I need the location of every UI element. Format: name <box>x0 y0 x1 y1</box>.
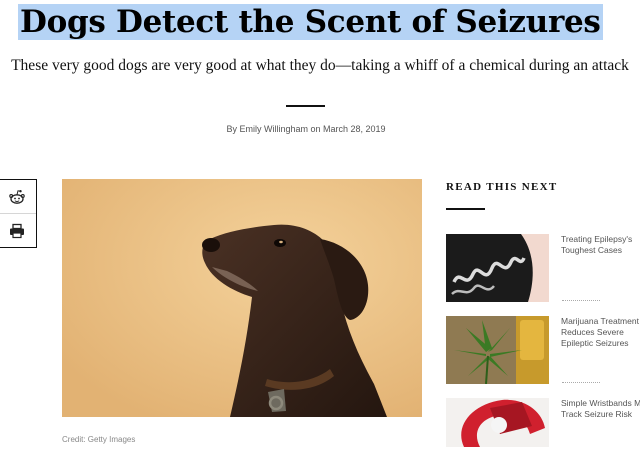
read-next-title[interactable]: Simple Wristbands May Track Seizure Risk <box>561 398 640 420</box>
cannabis-thumbnail[interactable] <box>446 316 549 384</box>
read-next-title[interactable]: Treating Epilepsy's Toughest Cases <box>561 234 640 256</box>
image-credit: Credit: Getty Images <box>62 435 136 444</box>
reddit-icon[interactable] <box>8 188 26 206</box>
print-icon[interactable] <box>8 222 26 240</box>
brain-scan-thumbnail[interactable] <box>446 234 549 302</box>
divider <box>286 105 325 107</box>
wristband-thumbnail[interactable] <box>446 398 549 447</box>
read-next-item[interactable]: Simple Wristbands May Track Seizure Risk <box>446 398 640 468</box>
item-divider <box>562 300 600 301</box>
read-next-title[interactable]: Marijuana Treatment Reduces Severe Epile… <box>561 316 640 349</box>
read-next-item[interactable]: Marijuana Treatment Reduces Severe Epile… <box>446 316 640 386</box>
read-next-item[interactable]: Treating Epilepsy's Toughest Cases <box>446 234 640 304</box>
byline: By Emily Willingham on March 28, 2019 <box>226 124 386 134</box>
read-this-next-rule <box>446 208 485 210</box>
share-separator <box>0 213 36 214</box>
article-dek: These very good dogs are very good at wh… <box>11 57 629 74</box>
article-hero-image <box>62 179 422 417</box>
item-divider <box>562 382 600 383</box>
share-toolbar <box>0 179 37 248</box>
read-this-next-heading: READ THIS NEXT <box>446 181 558 193</box>
article-headline: Dogs Detect the Scent of Seizures <box>18 2 603 42</box>
headline-selection: Dogs Detect the Scent of Seizures <box>18 4 603 40</box>
